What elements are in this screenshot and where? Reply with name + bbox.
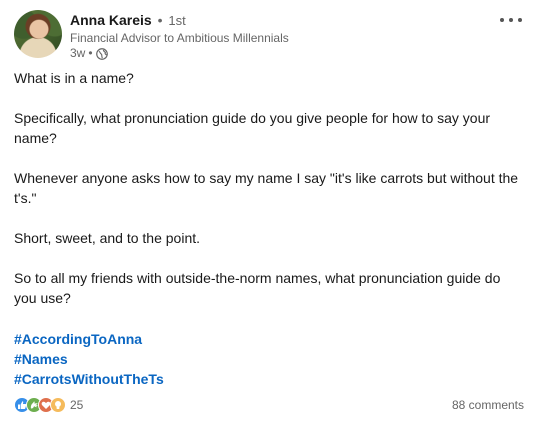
more-dot-icon <box>518 18 522 22</box>
more-options-button[interactable] <box>498 12 524 28</box>
hashtag-link[interactable]: #CarrotsWithoutTheTs <box>14 369 164 389</box>
post-meta: 3w • <box>70 46 108 61</box>
feed-post: Anna Kareis • 1st Financial Advisor to A… <box>0 0 537 427</box>
social-counts: 25 88 comments <box>14 397 524 415</box>
post-time[interactable]: 3w <box>70 46 85 61</box>
post-paragraph: Specifically, what pronunciation guide d… <box>14 110 491 146</box>
globe-icon <box>95 47 108 60</box>
comments-count[interactable]: 88 comments <box>452 398 524 412</box>
author-headline: Financial Advisor to Ambitious Millennia… <box>70 31 289 45</box>
hashtag-link[interactable]: #Names <box>14 349 164 369</box>
name-separator: • <box>157 12 163 28</box>
more-dot-icon <box>509 18 513 22</box>
connection-degree: 1st <box>168 13 186 28</box>
reaction-count: 25 <box>70 398 84 412</box>
post-paragraph: Short, sweet, and to the point. <box>14 230 201 246</box>
author-avatar[interactable] <box>14 10 62 58</box>
hashtag-list: #AccordingToAnna #Names #CarrotsWithoutT… <box>14 329 164 389</box>
meta-separator: • <box>88 46 93 60</box>
post-paragraph: Whenever anyone asks how to say my name … <box>14 170 519 206</box>
hashtag-link[interactable]: #AccordingToAnna <box>14 329 164 349</box>
insightful-icon <box>50 397 66 413</box>
post-header: Anna Kareis • 1st Financial Advisor to A… <box>14 10 524 62</box>
reactions-summary[interactable]: 25 <box>14 397 83 413</box>
post-paragraph: So to all my friends with outside-the-no… <box>14 270 501 306</box>
author-name[interactable]: Anna Kareis <box>70 12 152 28</box>
post-body: What is in a name? Specifically, what pr… <box>14 68 526 328</box>
more-dot-icon <box>500 18 504 22</box>
author-name-line: Anna Kareis • 1st <box>70 11 186 30</box>
post-paragraph: What is in a name? <box>14 70 134 86</box>
